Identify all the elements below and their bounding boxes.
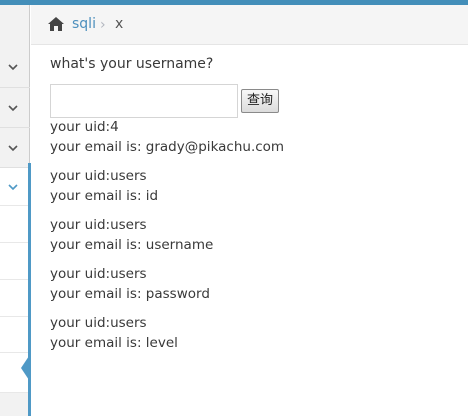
sidebar-submenu-item[interactable] — [0, 280, 30, 317]
result-email: your email is: grady@pikachu.com — [50, 139, 285, 155]
result-uid: your uid:users — [50, 266, 147, 282]
sidebar-menu-item[interactable] — [0, 128, 30, 168]
sidebar-submenu-item[interactable] — [0, 317, 30, 353]
breadcrumb: sqli › x — [31, 5, 468, 45]
breadcrumb-link-sqli[interactable]: sqli — [72, 16, 96, 32]
result-uid: your uid:users — [50, 168, 147, 184]
result-email: your email is: password — [50, 286, 210, 302]
result-email: your email is: username — [50, 237, 214, 253]
chevron-down-icon — [7, 142, 19, 154]
result-uid: your uid:users — [50, 315, 147, 331]
result-email: your email is: level — [50, 335, 178, 351]
username-input[interactable] — [50, 84, 238, 118]
username-prompt: what's your username? — [50, 56, 214, 72]
home-icon[interactable] — [47, 16, 65, 32]
active-item-pointer — [21, 353, 31, 383]
result-email: your email is: id — [50, 188, 159, 204]
sidebar-menu-item[interactable] — [0, 45, 30, 88]
sidebar-menu-item[interactable] — [0, 88, 30, 128]
chevron-down-icon — [7, 61, 19, 73]
result-uid: your uid:4 — [50, 119, 119, 135]
breadcrumb-current: x — [115, 16, 124, 32]
sidebar-menu-item-expanded[interactable] — [0, 168, 30, 206]
chevron-down-icon — [7, 102, 19, 114]
breadcrumb-separator: › — [100, 17, 106, 33]
chevron-down-icon — [7, 181, 19, 193]
query-button[interactable]: 查询 — [241, 89, 279, 113]
sidebar-submenu-item[interactable] — [0, 206, 30, 243]
sidebar-submenu-item[interactable] — [0, 243, 30, 280]
result-uid: your uid:users — [50, 217, 147, 233]
